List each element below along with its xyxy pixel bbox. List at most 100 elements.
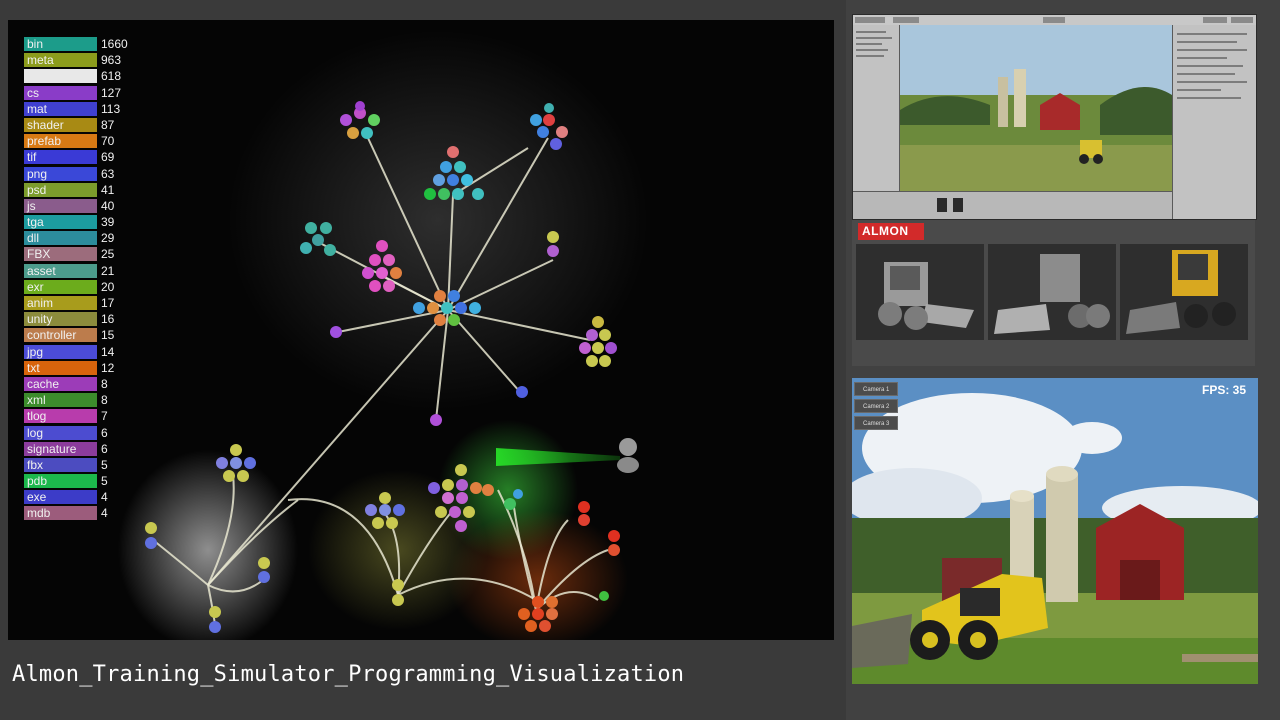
legend-extension-label: meta xyxy=(27,53,54,68)
camera-2-button[interactable]: Camera 2 xyxy=(854,399,898,413)
toolbar-layers[interactable] xyxy=(1203,17,1227,23)
camera-3-button[interactable]: Camera 3 xyxy=(854,416,898,430)
legend-file-count: 5 xyxy=(101,474,108,489)
legend-row: tif 69 xyxy=(24,149,144,165)
legend-file-count: 69 xyxy=(101,150,115,165)
project-panel[interactable] xyxy=(853,192,1172,219)
legend-row: mat 113 xyxy=(24,101,144,117)
wireframe-model-thumbnail xyxy=(856,244,984,340)
legend-extension-label: asset xyxy=(27,263,56,278)
legend-file-count: 618 xyxy=(101,69,122,84)
legend-extension-label: pdb xyxy=(27,474,48,489)
legend-file-count: 20 xyxy=(101,279,115,294)
legend-extension-label: exr xyxy=(27,279,44,294)
legend-row: 618 xyxy=(24,68,144,84)
visualization-panel: bin 1660 meta 963 618 cs 127 mat 113 shader 87 pref… xyxy=(8,20,834,640)
scene-view[interactable] xyxy=(900,25,1172,191)
hierarchy-panel[interactable] xyxy=(853,25,899,191)
legend-row: log 6 xyxy=(24,425,144,441)
legend-row: exr 20 xyxy=(24,279,144,295)
legend-file-count: 8 xyxy=(101,376,108,391)
legend-row: signature 6 xyxy=(24,441,144,457)
camera-1-button[interactable]: Camera 1 xyxy=(854,382,898,396)
legend-file-count: 17 xyxy=(101,296,115,310)
toolbar-layout[interactable] xyxy=(1231,17,1253,23)
legend-row: cache 8 xyxy=(24,376,144,392)
legend-extension-label: jpg xyxy=(27,344,44,359)
legend-row: xml 8 xyxy=(24,392,144,408)
toolbar-pivot[interactable] xyxy=(893,17,919,23)
asset-thumbnail[interactable] xyxy=(937,198,947,212)
legend-row: shader 87 xyxy=(24,117,144,133)
legend-extension-label: txt xyxy=(27,360,40,375)
legend-row: bin 1660 xyxy=(24,36,144,52)
legend-extension-label: log xyxy=(27,425,44,440)
fps-counter: FPS: 35 xyxy=(1201,383,1246,397)
legend-extension-label: fbx xyxy=(27,457,44,472)
legend-file-count: 70 xyxy=(101,134,115,149)
legend-extension-label: tif xyxy=(27,150,37,165)
legend-extension-label: tlog xyxy=(27,409,47,424)
legend-file-count: 15 xyxy=(101,328,115,343)
legend-extension-label: mat xyxy=(27,101,48,116)
inspector-panel[interactable] xyxy=(1173,25,1256,219)
legend-file-count: 8 xyxy=(101,393,108,408)
legend-file-count: 7 xyxy=(101,409,108,424)
asset-thumbnail[interactable] xyxy=(953,198,963,212)
legend-file-count: 25 xyxy=(101,247,115,262)
legend-row: asset 21 xyxy=(24,263,144,279)
legend-row: txt 12 xyxy=(24,360,144,376)
legend-extension-label: bin xyxy=(27,37,44,51)
legend-row: exe 4 xyxy=(24,489,144,505)
legend-file-count: 1660 xyxy=(101,37,128,51)
legend-row: prefab 70 xyxy=(24,133,144,149)
legend-file-count: 63 xyxy=(101,166,115,181)
legend-row: dll 29 xyxy=(24,230,144,246)
legend-row: js 40 xyxy=(24,198,144,214)
legend-file-count: 6 xyxy=(101,425,108,440)
legend-row: pdb 5 xyxy=(24,473,144,489)
legend-row: FBX 25 xyxy=(24,246,144,262)
legend-file-count: 40 xyxy=(101,198,115,213)
legend-extension-label: anim xyxy=(27,296,54,310)
legend-file-count: 4 xyxy=(101,506,108,521)
video-caption: Almon_Training_Simulator_Programming_Vis… xyxy=(12,662,685,687)
legend-extension-label: unity xyxy=(27,312,53,327)
legend-row: anim 17 xyxy=(24,295,144,311)
legend-extension-label: png xyxy=(27,166,48,181)
gray-model-thumbnail xyxy=(988,244,1116,340)
model-preview-panel: ALMON xyxy=(852,220,1255,366)
legend-row: unity 16 xyxy=(24,311,144,327)
legend-row: fbx 5 xyxy=(24,457,144,473)
legend-extension-label: shader xyxy=(27,117,64,132)
legend-file-count: 87 xyxy=(101,117,115,132)
textured-model-thumbnail xyxy=(1120,244,1248,340)
legend-file-count: 16 xyxy=(101,312,115,327)
legend-extension-label: controller xyxy=(27,328,77,343)
legend-file-count: 39 xyxy=(101,215,115,230)
legend-extension-label: js xyxy=(27,198,36,213)
legend-extension-label: FBX xyxy=(27,247,51,262)
legend-row: jpg 14 xyxy=(24,344,144,360)
toolbar-tools[interactable] xyxy=(855,17,885,23)
legend-extension-label: signature xyxy=(27,441,77,456)
legend-row: cs 127 xyxy=(24,85,144,101)
toolbar-play[interactable] xyxy=(1043,17,1065,23)
legend-file-count: 4 xyxy=(101,490,108,505)
unity-editor-window xyxy=(852,14,1257,220)
legend-extension-label: exe xyxy=(27,490,47,505)
editor-toolbar xyxy=(853,15,1256,25)
legend-row: psd 41 xyxy=(24,182,144,198)
legend-row: meta 963 xyxy=(24,52,144,68)
legend-file-count: 21 xyxy=(101,263,115,278)
legend-file-count: 6 xyxy=(101,441,108,456)
legend-extension-label: xml xyxy=(27,393,46,408)
almon-logo: ALMON xyxy=(858,223,924,240)
legend-row: png 63 xyxy=(24,166,144,182)
legend-extension-label: cs xyxy=(27,85,39,100)
legend-file-count: 14 xyxy=(101,344,115,359)
legend-file-count: 113 xyxy=(101,101,121,116)
legend-file-count: 963 xyxy=(101,53,122,68)
legend-row: controller 15 xyxy=(24,327,144,343)
legend-extension-label: tga xyxy=(27,215,44,230)
